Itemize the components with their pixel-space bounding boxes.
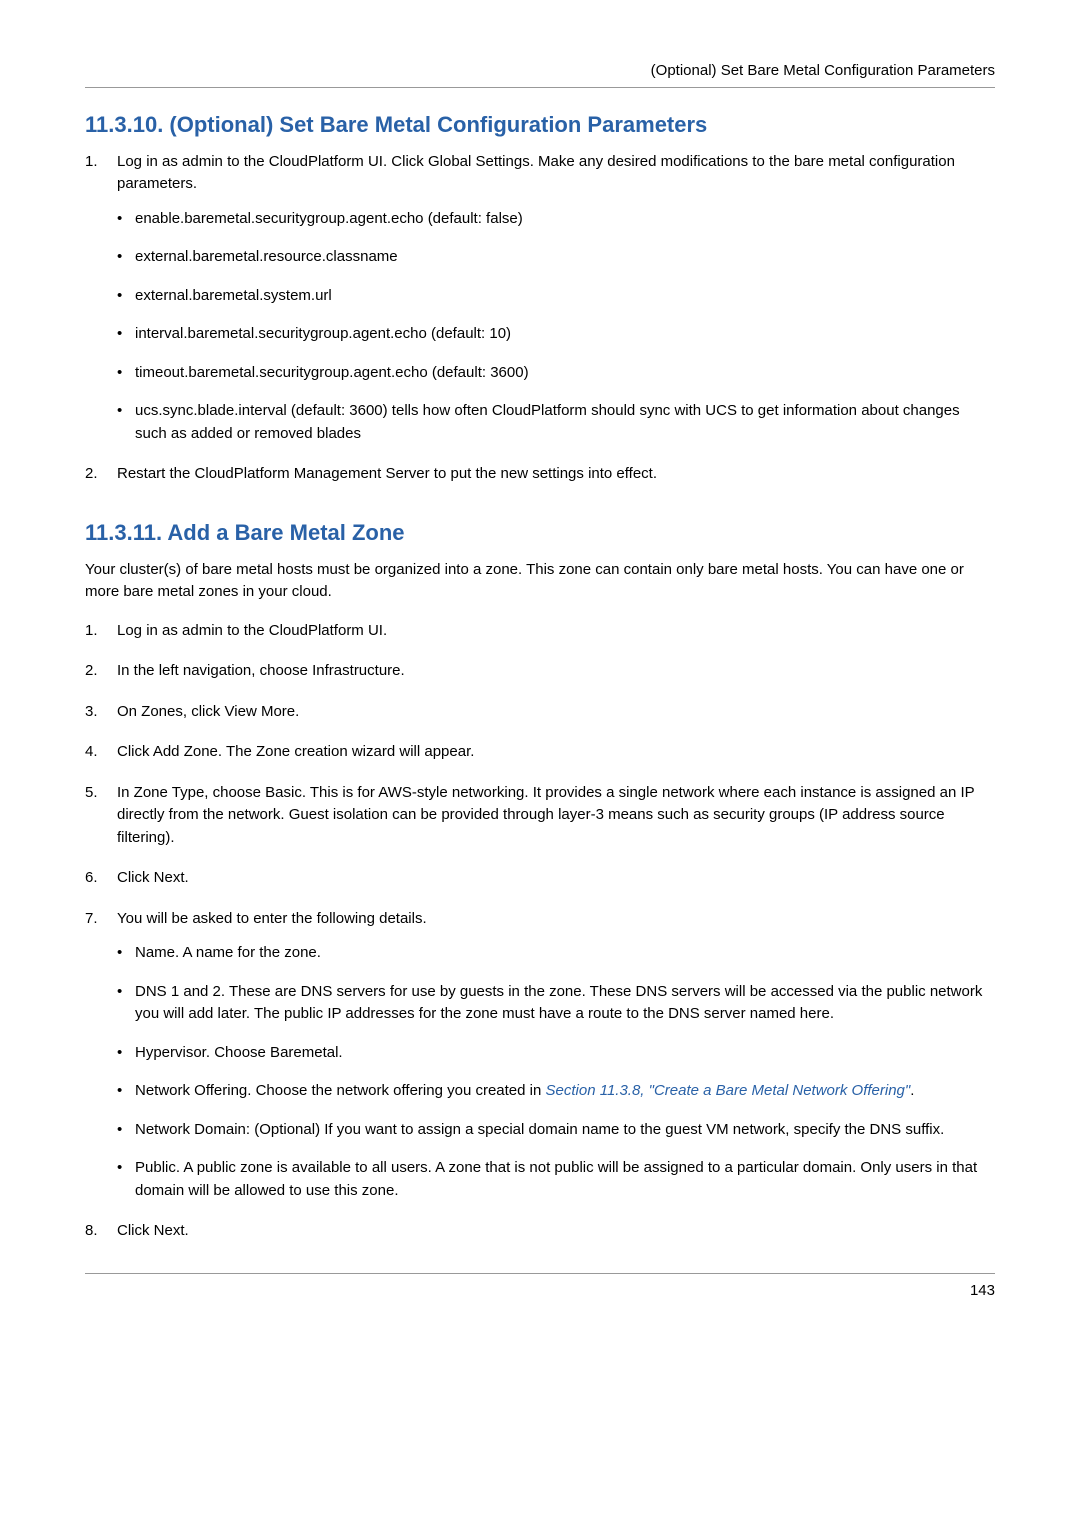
section1-step2-text: Restart the CloudPlatform Management Ser…: [117, 465, 657, 482]
bullet-network-offering: Network Offering. Choose the network off…: [117, 1080, 995, 1103]
section2-step8: Click Next.: [85, 1220, 995, 1243]
bullet-ucs-sync: ucs.sync.blade.interval (default: 3600) …: [117, 400, 995, 445]
bullet-timeout: timeout.baremetal.securitygroup.agent.ec…: [117, 362, 995, 385]
page-header-rule: (Optional) Set Bare Metal Configuration …: [85, 60, 995, 88]
section2-intro: Your cluster(s) of bare metal hosts must…: [85, 559, 995, 604]
bullet-public: Public. A public zone is available to al…: [117, 1157, 995, 1202]
section1-steps: Log in as admin to the CloudPlatform UI.…: [85, 151, 995, 486]
network-offering-suffix: .: [910, 1082, 914, 1099]
network-offering-link[interactable]: Section 11.3.8, "Create a Bare Metal Net…: [546, 1082, 911, 1099]
section2-step6: Click Next.: [85, 867, 995, 890]
section1-step2: Restart the CloudPlatform Management Ser…: [85, 463, 995, 486]
section2-step5: In Zone Type, choose Basic. This is for …: [85, 782, 995, 850]
bullet-network-domain: Network Domain: (Optional) If you want t…: [117, 1119, 995, 1142]
section2-step7: You will be asked to enter the following…: [85, 908, 995, 1203]
section2-step2: In the left navigation, choose Infrastru…: [85, 660, 995, 683]
section-heading-11-3-11: 11.3.11. Add a Bare Metal Zone: [85, 516, 995, 549]
section2-step7-text: You will be asked to enter the following…: [117, 910, 427, 927]
page-footer: 143: [85, 1273, 995, 1303]
section2-steps: Log in as admin to the CloudPlatform UI.…: [85, 620, 995, 1243]
section1-step1: Log in as admin to the CloudPlatform UI.…: [85, 151, 995, 446]
bullet-name: Name. A name for the zone.: [117, 942, 995, 965]
section-heading-11-3-10: 11.3.10. (Optional) Set Bare Metal Confi…: [85, 108, 995, 141]
bullet-enable-baremetal: enable.baremetal.securitygroup.agent.ech…: [117, 208, 995, 231]
bullet-external-system-url: external.baremetal.system.url: [117, 285, 995, 308]
section1-step1-text: Log in as admin to the CloudPlatform UI.…: [117, 153, 955, 193]
section2-step1: Log in as admin to the CloudPlatform UI.: [85, 620, 995, 643]
page-header-text: (Optional) Set Bare Metal Configuration …: [85, 60, 995, 83]
bullet-interval: interval.baremetal.securitygroup.agent.e…: [117, 323, 995, 346]
section2-step4: Click Add Zone. The Zone creation wizard…: [85, 741, 995, 764]
bullet-external-classname: external.baremetal.resource.classname: [117, 246, 995, 269]
bullet-hypervisor: Hypervisor. Choose Baremetal.: [117, 1042, 995, 1065]
section2-step7-bullets: Name. A name for the zone. DNS 1 and 2. …: [117, 942, 995, 1202]
bullet-dns: DNS 1 and 2. These are DNS servers for u…: [117, 981, 995, 1026]
section2-step3: On Zones, click View More.: [85, 701, 995, 724]
network-offering-prefix: Network Offering. Choose the network off…: [135, 1082, 546, 1099]
section1-step1-bullets: enable.baremetal.securitygroup.agent.ech…: [117, 208, 995, 446]
page-number: 143: [970, 1282, 995, 1299]
